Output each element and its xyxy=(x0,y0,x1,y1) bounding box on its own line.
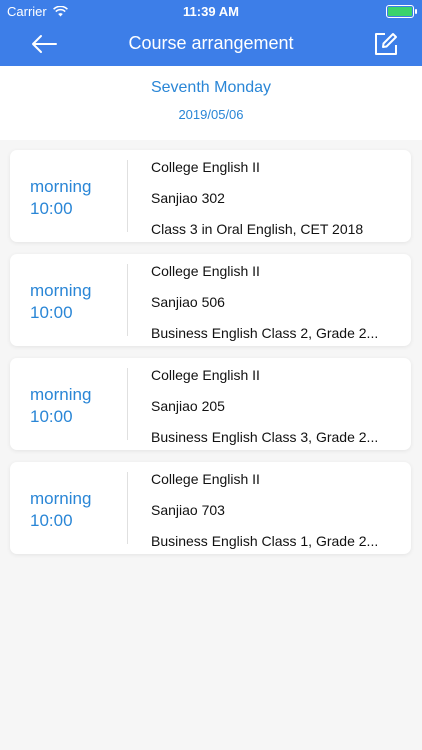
course-list: morning 10:00 College English II Sanjiao… xyxy=(0,140,422,750)
course-card[interactable]: morning 10:00 College English II Sanjiao… xyxy=(10,462,411,554)
course-card[interactable]: morning 10:00 College English II Sanjiao… xyxy=(10,150,411,242)
course-time: morning 10:00 xyxy=(30,280,91,324)
course-period: morning xyxy=(30,281,92,300)
course-info: College English II Sanjiao 302 Class 3 i… xyxy=(151,158,401,251)
divider xyxy=(127,368,128,440)
course-room: Sanjiao 205 xyxy=(151,398,225,414)
course-card[interactable]: morning 10:00 College English II Sanjiao… xyxy=(10,254,411,346)
date-label: 2019/05/06 xyxy=(178,107,244,122)
course-class: Business English Class 3, Grade 2... xyxy=(151,429,379,445)
clock: 11:39 AM xyxy=(183,4,239,19)
course-info: College English II Sanjiao 506 Business … xyxy=(151,262,401,355)
navigation-bar: Course arrangement xyxy=(0,22,422,66)
course-class: Business English Class 2, Grade 2... xyxy=(151,325,379,341)
course-period: morning xyxy=(30,385,92,404)
course-start: 10:00 xyxy=(30,303,73,322)
course-time: morning 10:00 xyxy=(30,176,91,220)
course-info: College English II Sanjiao 703 Business … xyxy=(151,470,401,563)
course-room: Sanjiao 506 xyxy=(151,294,225,310)
page-title: Course arrangement xyxy=(128,33,294,53)
course-info: College English II Sanjiao 205 Business … xyxy=(151,366,401,459)
course-name: College English II xyxy=(151,263,260,279)
edit-icon[interactable] xyxy=(372,30,400,58)
course-card[interactable]: morning 10:00 College English II Sanjiao… xyxy=(10,358,411,450)
course-time: morning 10:00 xyxy=(30,384,91,428)
divider xyxy=(127,264,128,336)
course-room: Sanjiao 703 xyxy=(151,502,225,518)
week-label: Seventh Monday xyxy=(150,79,272,96)
course-time: morning 10:00 xyxy=(30,488,91,532)
course-start: 10:00 xyxy=(30,511,73,530)
divider xyxy=(127,472,128,544)
course-class: Class 3 in Oral English, CET 2018 xyxy=(151,221,364,237)
course-start: 10:00 xyxy=(30,407,73,426)
top-bar: Carrier 11:39 AM Course arrangement xyxy=(0,0,422,66)
course-class: Business English Class 1, Grade 2... xyxy=(151,533,379,549)
status-bar: Carrier 11:39 AM xyxy=(0,0,422,22)
course-name: College English II xyxy=(151,471,260,487)
date-header: Seventh Monday 2019/05/06 xyxy=(0,66,422,140)
course-room: Sanjiao 302 xyxy=(151,190,225,206)
battery-icon xyxy=(386,5,417,18)
divider xyxy=(127,160,128,232)
course-name: College English II xyxy=(151,159,260,175)
course-start: 10:00 xyxy=(30,199,73,218)
course-period: morning xyxy=(30,177,92,196)
course-period: morning xyxy=(30,489,92,508)
course-name: College English II xyxy=(151,367,260,383)
